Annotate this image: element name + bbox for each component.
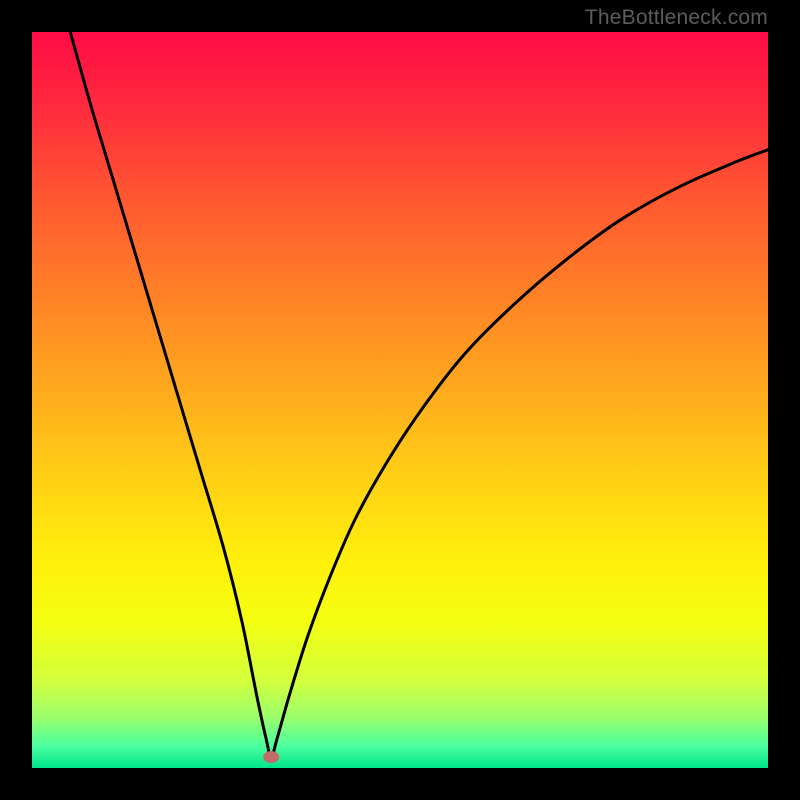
watermark-text: TheBottleneck.com — [585, 6, 768, 30]
chart-frame: TheBottleneck.com — [0, 0, 800, 800]
curve-layer — [32, 32, 768, 768]
optimum-dot — [263, 751, 279, 763]
bottleneck-curve — [70, 32, 768, 757]
plot-area — [32, 32, 768, 768]
